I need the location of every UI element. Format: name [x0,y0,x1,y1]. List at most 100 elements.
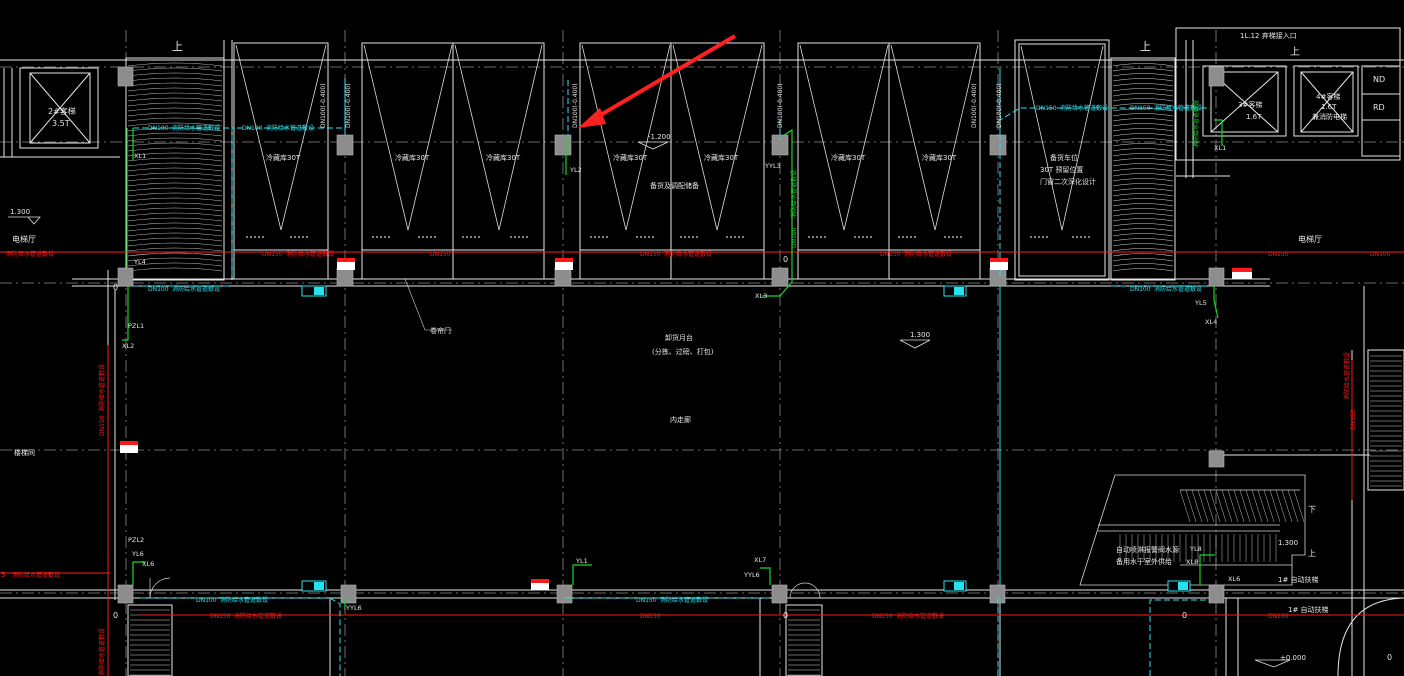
room-nd: ND [1373,75,1385,84]
red-vert-dn-1: DN150 [99,415,106,436]
elevation-4: ±0.000 [1280,654,1306,662]
down-label: 下 [1308,505,1316,514]
riser-yl8-label: YL8 [1189,545,1202,553]
cold-room-4: 冷藏库30T [613,153,648,162]
cold-room-1: 冷藏库30T [266,153,301,162]
riser-pzl2-label: PZL2 [128,536,144,544]
room-rd: RD [1373,103,1385,112]
red-note-b: 消防给水管道敷设 [286,250,334,258]
stair-entry-label: 1# 自动扶梯 [1288,605,1329,614]
red-note-a: 消防给水管道敷设 [6,250,54,258]
center-room-label: 备货及调配储备 [650,181,699,190]
elevator-2-label: 2#客梯 [48,106,76,116]
zero-mark-1: 0 [113,283,118,292]
pipe-note-a: 消防给水管道敷设 [172,124,220,132]
elevator-4-capacity: 1.6T [1321,103,1337,111]
riser-xl2-label: XL2 [122,342,134,350]
zero-mark-3: 0 [783,255,788,264]
riser-xl1-label: XL1 [134,152,146,160]
riser-yl4-label: YL4 [133,258,146,266]
elevator-2-capacity: 3.5T [52,119,70,128]
green-vert-note-1: 消防给水管道敷设 [790,170,798,218]
sprinkler-note-1: 自动喷淋报警阀水源 [1116,545,1179,554]
red-note-g: 消防给水管道敷设 [896,612,944,620]
elevator-4-note: 兼消防电梯 [1312,112,1347,121]
red-dn-b: DN150 [430,251,451,258]
elevator-4-label: 4#客梯 [1316,92,1340,101]
riser-xl4-label: XL4 [1205,318,1217,326]
up-label-top-right: 上 [1290,46,1300,58]
dn-vertical-6: DN100(-0.400) [996,83,1003,128]
freeze-room-label-2: 30T 预留位置 [1040,165,1083,174]
pipe-dn100-e: DN100 [196,597,217,604]
stair-room-label: 楼梯间 [14,448,35,457]
red-note-e: 消防给水管道敷设 [12,571,60,579]
red-vert-note-2: 消防给水管道敷设 [98,628,106,676]
riser-yyl6-label: YYL6 [345,604,362,612]
pipe-note-h: 消防给水管道敷设 [660,596,708,604]
riser-yl5-label: YL5 [1194,299,1207,307]
dn-vertical-3: DN100(-0.400) [572,83,579,128]
cold-room-3: 冷藏库30T [486,153,521,162]
pipe-dn150-b: DN150 [1130,105,1151,112]
sprinkler-note-2: 备用水于室外供给 [1116,557,1172,566]
red-vert-dn-2: DN150 [1350,409,1357,430]
corridor-label: 内走廊 [670,415,691,424]
up-label-escalator: 上 [1308,549,1316,558]
riser-yl2-label: YL2 [569,166,582,174]
escalator-note: 1# 自动扶梯 [1278,575,1319,584]
roller-door-label: 卷帘门 [430,326,451,335]
red-dn-f: DN100 [1370,251,1391,258]
red-dn-a: DN150 [262,251,283,258]
cold-room-6: 冷藏库30T [831,153,866,162]
red-vert-note-1: 消防给水管道敷设 [98,364,106,412]
pipe-note-b: 消防给水管道敷设 [266,124,314,132]
riser-xl3-label: XL3 [755,292,767,300]
elevation-2: -1.200 [648,133,671,141]
zero-mark-6: 0 [1387,653,1392,662]
riser-xl8-label: XL8 [1186,558,1198,566]
pipe-dn100-b: DN100 [242,125,263,132]
platform-label: 卸货月台 [665,333,693,342]
cold-room-2: 冷藏库30T [395,153,430,162]
red-dn-h: DN150 [640,613,661,620]
elevator-hall-right: 电梯厅 [1298,234,1322,244]
elevation-3: 1.300 [910,331,930,339]
dn-vertical-5: DN100(-0.400) [971,83,978,128]
elevation-1: 1.300 [10,208,30,216]
riser-yyl3-label: YYL3 [764,162,781,170]
red-dn-j: DN100 [1268,613,1289,620]
riser-xl1b-label: XL1 [1214,144,1226,152]
red-note-f: 消防给水管道敷设 [234,612,282,620]
elevator-3-label: 3#客梯 [1238,100,1262,109]
red-dn-g: DN150 [210,613,231,620]
pipe-note-d: 消防给水管道敷设 [1060,104,1108,112]
pipe-dn150-a: DN150 [1036,105,1057,112]
riser-yyl6b-label: YYL6 [743,571,760,579]
pipe-note-f: 消防给水管道敷设 [1154,285,1202,293]
pipe-dn100-c: DN100 [148,286,169,293]
freeze-room-label-1: 备货车位 [1050,153,1078,162]
green-vert-note-2: 消防给水管道敷设 [1192,100,1200,148]
left-edge-mark: 5 [1,571,5,579]
zero-mark-2: 0 [113,611,118,620]
riser-xl7-label: XL7 [754,556,766,564]
elevator-hall-left: 电梯厅 [12,234,36,244]
riser-yl6-label: YL6 [131,550,144,558]
pipe-note-g: 消防给水管道敷设 [220,596,268,604]
red-dn-e: DN150 [1268,251,1289,258]
up-label-left: 上 [172,40,183,53]
dn-vertical-2: DN100(-0.400) [345,83,352,128]
top-right-note: 1L.12 弃梯接入口 [1240,31,1297,40]
dn-vertical-4: DN100(-0.400) [777,83,784,128]
riser-pzl1-label: PZL1 [128,322,144,330]
riser-xl6-label: XL6 [142,560,154,568]
red-dn-c: DN150 [640,251,661,258]
red-note-c: 消防给水管道敷设 [664,250,712,258]
red-vert-note-3: 消防给水管道敷设 [1343,352,1351,400]
freeze-room-label-3: 门窗二次深化设计 [1040,177,1096,186]
red-dn-i: DN150 [872,613,893,620]
riser-yl1-label: YL1 [575,557,588,565]
up-label-right: 上 [1140,40,1151,53]
zero-mark-4: 0 [783,611,788,620]
